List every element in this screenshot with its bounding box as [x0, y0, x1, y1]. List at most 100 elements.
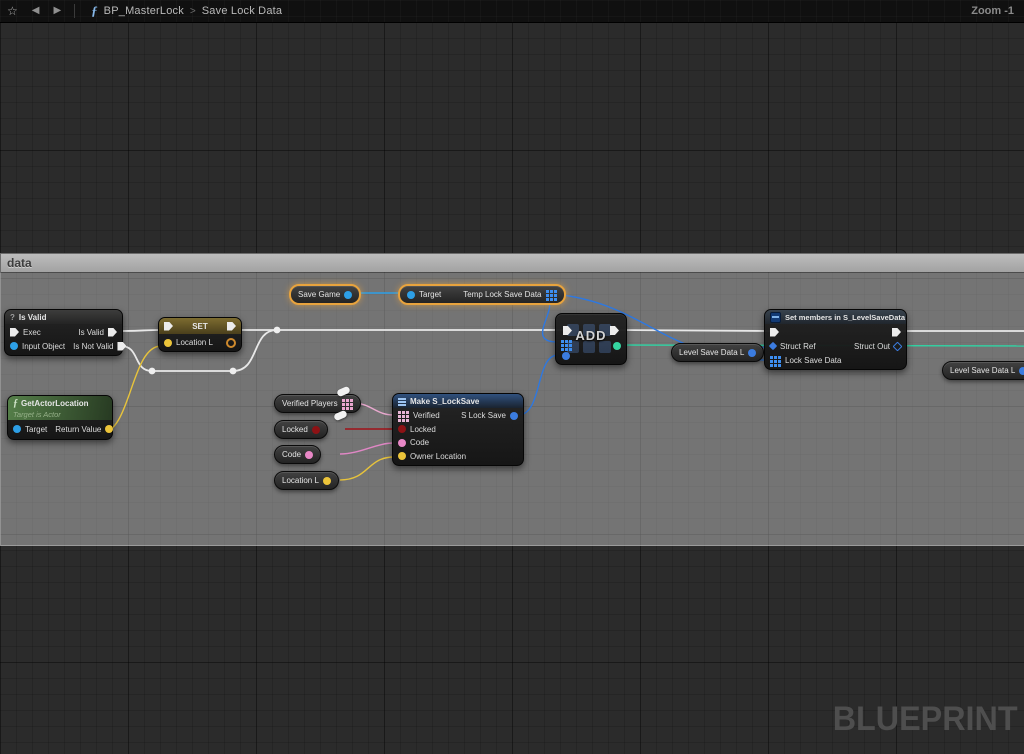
pin-label: Is Valid [78, 328, 104, 337]
wire-string-code-to-make[interactable] [340, 443, 394, 454]
variable-label: Save Game [298, 290, 340, 299]
set-output-pin[interactable] [226, 338, 236, 348]
node-title: Is Valid [19, 313, 47, 322]
struct-ref-pin[interactable] [769, 342, 777, 350]
level-save-out-pin[interactable] [748, 349, 756, 357]
nav-forward-icon[interactable]: ▶ [53, 0, 61, 22]
node-code[interactable]: Code [274, 445, 321, 464]
breadcrumb-current[interactable]: Save Lock Data [202, 5, 282, 17]
function-icon: ƒ [91, 3, 98, 19]
verified-in-pin[interactable] [398, 410, 409, 421]
is-valid-out-pin[interactable] [108, 328, 117, 337]
exec-in-pin[interactable] [164, 322, 173, 331]
pin-label: Location L [176, 338, 213, 347]
node-verified-players[interactable]: Verified Players [274, 394, 361, 413]
zoom-level-indicator: Zoom -1 [971, 5, 1014, 17]
pin-label: Locked [410, 425, 436, 434]
blueprint-editor: ☆ ◀ ▶ ƒ BP_MasterLock > Save Lock Data Z… [0, 0, 1024, 754]
pin-label: Owner Location [410, 452, 466, 461]
node-title: Make S_LockSave [410, 397, 479, 406]
save-game-out-pin[interactable] [344, 291, 352, 299]
struct-out-pin[interactable] [893, 341, 903, 351]
target-pin[interactable] [407, 291, 415, 299]
function-icon: ƒ [13, 398, 18, 409]
breadcrumb-chevron-icon: > [190, 6, 196, 17]
node-set-location[interactable]: SET Location L [158, 317, 242, 352]
node-is-valid[interactable]: ? Is Valid Exec Is Valid Input Object Is… [4, 309, 123, 356]
pin-label: Return Value [55, 425, 101, 434]
node-make-s-locksave[interactable]: Make S_LockSave Verified S Lock Save Loc… [392, 393, 524, 466]
lock-save-data-pin[interactable] [770, 355, 781, 366]
set-members-icon [770, 312, 781, 323]
graph-canvas[interactable]: BLUEPRINT data ? Is Valid Exec Is Valid [0, 22, 1024, 754]
wire-struct-make-to-add[interactable] [518, 355, 558, 415]
code-in-pin[interactable] [398, 439, 406, 447]
node-level-save-data-bottom[interactable]: Level Save Data L [942, 361, 1024, 380]
locked-out-pin[interactable] [312, 426, 320, 434]
location-l-out-pin[interactable] [323, 477, 331, 485]
locked-in-pin[interactable] [398, 425, 406, 433]
pin-label: Target [25, 425, 47, 434]
level-save-out-pin[interactable] [1019, 367, 1024, 375]
pin-label: Struct Ref [780, 342, 816, 351]
toolbar-divider [74, 4, 75, 18]
new-item-pin[interactable] [562, 352, 570, 360]
node-get-actor-location[interactable]: ƒ GetActorLocation Target is Actor Targe… [7, 395, 113, 440]
node-locked[interactable]: Locked [274, 420, 328, 439]
input-object-pin[interactable] [10, 342, 18, 350]
node-array-add[interactable]: ADD [555, 313, 627, 365]
nav-back-icon[interactable]: ◀ [32, 0, 40, 22]
node-title: Set members in S_LevelSaveData [785, 313, 905, 322]
owner-location-in-pin[interactable] [398, 452, 406, 460]
node-title: GetActorLocation [21, 399, 89, 408]
graph-toolbar: ☆ ◀ ▶ ƒ BP_MasterLock > Save Lock Data Z… [0, 0, 1024, 23]
index-out-pin[interactable] [613, 342, 621, 350]
pin-label: Exec [23, 328, 41, 337]
exec-in-pin[interactable] [10, 328, 19, 337]
node-level-save-data-top[interactable]: Level Save Data L [671, 343, 764, 362]
variable-label: Level Save Data L [679, 348, 744, 357]
variable-label: Location L [282, 476, 319, 485]
wire-vector-locationl-to-make[interactable] [340, 457, 394, 480]
favorite-star-icon[interactable]: ☆ [7, 0, 18, 22]
variable-label: Level Save Data L [950, 366, 1015, 375]
node-set-members[interactable]: Set members in S_LevelSaveData Struct Re… [764, 309, 907, 370]
reroute-node[interactable] [230, 368, 237, 375]
pin-label: Code [410, 438, 429, 447]
pin-label: Lock Save Data [785, 356, 841, 365]
reroute-node[interactable] [274, 327, 281, 334]
pin-label: Target [419, 290, 441, 299]
pin-label: Struct Out [854, 342, 890, 351]
s-lock-save-out-pin[interactable] [510, 412, 518, 420]
node-subtitle: Target is Actor [13, 410, 61, 419]
make-struct-icon [398, 398, 406, 400]
is-valid-icon: ? [10, 313, 15, 322]
node-save-game[interactable]: Save Game [289, 284, 361, 305]
variable-label: Locked [282, 425, 308, 434]
wire-exec-isvalid-to-set[interactable] [121, 330, 161, 331]
exec-out-pin[interactable] [227, 322, 236, 331]
variable-label: Code [282, 450, 301, 459]
node-title: SET [192, 322, 208, 331]
return-value-pin[interactable] [105, 425, 113, 433]
wire-layer [0, 22, 1024, 754]
target-pin[interactable] [13, 425, 21, 433]
location-l-pin[interactable] [164, 339, 172, 347]
node-location-l[interactable]: Location L [274, 471, 339, 490]
pin-label: Input Object [22, 342, 65, 351]
node-temp-lock-save-data[interactable]: Target Temp Lock Save Data [398, 284, 566, 305]
target-array-pin[interactable] [561, 339, 572, 350]
reroute-node[interactable] [149, 368, 156, 375]
pin-label: Is Not Valid [73, 342, 113, 351]
breadcrumb-parent[interactable]: BP_MasterLock [104, 5, 184, 17]
variable-label: Temp Lock Save Data [463, 290, 541, 299]
array-out-pin[interactable] [546, 289, 557, 300]
wire-exec-add-to-setmembers[interactable] [617, 330, 771, 331]
verified-players-out-pin[interactable] [342, 398, 353, 409]
variable-label: Verified Players [282, 399, 338, 408]
pin-label: S Lock Save [461, 411, 506, 420]
exec-in-pin[interactable] [770, 328, 779, 337]
pin-label: Verified [413, 411, 440, 420]
code-out-pin[interactable] [305, 451, 313, 459]
exec-out-pin[interactable] [892, 328, 901, 337]
